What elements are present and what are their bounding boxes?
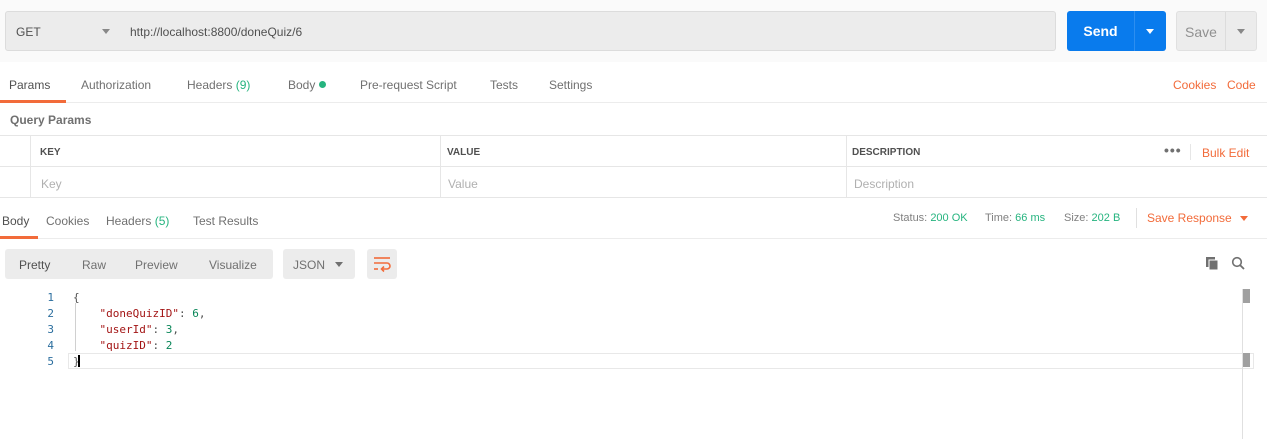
- column-header-description: DESCRIPTION: [852, 147, 921, 158]
- send-divider: [1134, 11, 1135, 51]
- line-number: 4: [47, 339, 54, 352]
- column-header-key: KEY: [40, 147, 61, 158]
- json-key: "quizID": [99, 339, 153, 352]
- tab-settings[interactable]: Settings: [549, 78, 592, 92]
- size-value: 202 B: [1091, 212, 1121, 224]
- key-input[interactable]: Key: [41, 177, 62, 191]
- line-number: 3: [47, 323, 54, 336]
- line-number: 1: [47, 291, 54, 304]
- search-icon[interactable]: [1231, 256, 1245, 270]
- header-divider: [1190, 144, 1191, 160]
- code-line: "userId": 3,: [99, 323, 179, 336]
- response-tab-headers[interactable]: Headers (5): [106, 214, 169, 228]
- cookies-link[interactable]: Cookies: [1173, 78, 1216, 92]
- time-indicator: Time: 66 ms: [985, 212, 1045, 224]
- size-label: Size:: [1064, 212, 1089, 224]
- method-value: GET: [16, 25, 41, 39]
- view-mode-selector: Pretty Raw Preview Visualize: [5, 249, 273, 279]
- tab-prerequest-script[interactable]: Pre-request Script: [360, 78, 457, 92]
- column-divider: [30, 136, 31, 198]
- send-button[interactable]: Send: [1067, 11, 1166, 51]
- code-line: "quizID": 2: [99, 339, 173, 352]
- json-brace: {: [73, 291, 80, 304]
- json-value: 2: [165, 339, 173, 352]
- size-indicator: Size: 202 B: [1064, 212, 1120, 224]
- send-options-chevron-icon[interactable]: [1146, 29, 1154, 34]
- send-label: Send: [1083, 23, 1118, 39]
- status-divider: [1136, 208, 1137, 228]
- request-bar: GET http://localhost:8800/doneQuiz/6 Sen…: [0, 0, 1267, 62]
- chevron-down-icon: [1239, 216, 1248, 221]
- json-value: 6: [192, 307, 199, 320]
- bulk-edit-link[interactable]: Bulk Edit: [1202, 146, 1249, 160]
- tab-body-label: Body: [288, 78, 316, 92]
- table-header-row: [0, 136, 1267, 167]
- code-link[interactable]: Code: [1227, 78, 1256, 92]
- json-key: "userId": [99, 323, 153, 336]
- status-value: 200 OK: [930, 212, 968, 224]
- format-value: JSON: [293, 258, 326, 272]
- column-header-value: VALUE: [447, 147, 481, 158]
- json-key: "doneQuizID": [99, 307, 179, 320]
- save-response-label: Save Response: [1147, 211, 1232, 225]
- column-divider: [440, 136, 441, 198]
- save-button[interactable]: Save: [1176, 11, 1257, 51]
- tab-params[interactable]: Params: [9, 78, 50, 92]
- chevron-down-icon: [102, 29, 110, 34]
- tab-body[interactable]: Body: [288, 78, 327, 92]
- view-mode-preview[interactable]: Preview: [135, 258, 178, 272]
- time-value: 66 ms: [1015, 212, 1046, 224]
- method-select[interactable]: GET: [5, 11, 120, 51]
- active-response-tab-indicator: [0, 236, 38, 239]
- query-params-title: Query Params: [10, 113, 92, 127]
- url-value: http://localhost:8800/doneQuiz/6: [130, 25, 303, 39]
- wrap-lines-button[interactable]: [367, 249, 397, 279]
- json-value: 3: [165, 323, 173, 336]
- response-tab-headers-label: Headers: [106, 214, 152, 228]
- copy-icon[interactable]: [1205, 256, 1219, 270]
- save-label: Save: [1185, 24, 1217, 40]
- tab-headers-label: Headers: [187, 78, 233, 92]
- view-mode-visualize[interactable]: Visualize: [209, 258, 257, 272]
- column-divider: [846, 136, 847, 198]
- response-body-editor[interactable]: 1 2 3 4 5 { "doneQuizID": 6, "userId": 3…: [0, 289, 1267, 439]
- status-indicator: Status: 200 OK: [893, 212, 968, 224]
- format-select[interactable]: JSON: [283, 249, 355, 279]
- code-line: {: [73, 291, 80, 304]
- response-tab-body[interactable]: Body: [2, 214, 29, 228]
- active-tab-indicator: [0, 100, 66, 103]
- request-tabs: Params Authorization Headers (9) Body Pr…: [0, 62, 1267, 103]
- view-mode-pretty[interactable]: Pretty: [19, 258, 50, 272]
- save-response-button[interactable]: Save Response: [1147, 211, 1248, 225]
- view-mode-raw[interactable]: Raw: [82, 258, 106, 272]
- time-label: Time:: [985, 212, 1013, 224]
- status-label: Status:: [893, 212, 928, 224]
- response-tab-cookies[interactable]: Cookies: [46, 214, 89, 228]
- tab-tests[interactable]: Tests: [490, 78, 518, 92]
- tab-headers[interactable]: Headers (9): [187, 78, 250, 92]
- url-input[interactable]: http://localhost:8800/doneQuiz/6: [119, 11, 1056, 51]
- wrap-lines-icon: [374, 257, 391, 273]
- response-tabs: Body Cookies Headers (5) Test Results St…: [0, 198, 1267, 239]
- description-input[interactable]: Description: [854, 177, 914, 191]
- scrollbar-thumb[interactable]: [1243, 289, 1250, 303]
- line-number: 2: [47, 307, 54, 320]
- tab-authorization[interactable]: Authorization: [81, 78, 151, 92]
- line-number: 5: [47, 355, 54, 368]
- scrollbar-marker: [1243, 353, 1250, 367]
- response-headers-count: (5): [154, 214, 170, 228]
- query-params-table: KEY VALUE DESCRIPTION ••• Bulk Edit Key …: [0, 135, 1267, 198]
- current-line-highlight: [68, 353, 1254, 369]
- code-line: "doneQuizID": 6,: [99, 307, 206, 320]
- response-tab-test-results[interactable]: Test Results: [193, 214, 258, 228]
- body-indicator-dot-icon: [319, 81, 327, 88]
- text-cursor: [78, 355, 80, 367]
- chevron-down-icon: [335, 262, 343, 267]
- headers-count: (9): [235, 78, 251, 92]
- more-options-icon[interactable]: •••: [1164, 142, 1182, 158]
- save-divider: [1225, 12, 1226, 50]
- value-input[interactable]: Value: [448, 177, 478, 191]
- save-options-chevron-icon[interactable]: [1237, 29, 1245, 34]
